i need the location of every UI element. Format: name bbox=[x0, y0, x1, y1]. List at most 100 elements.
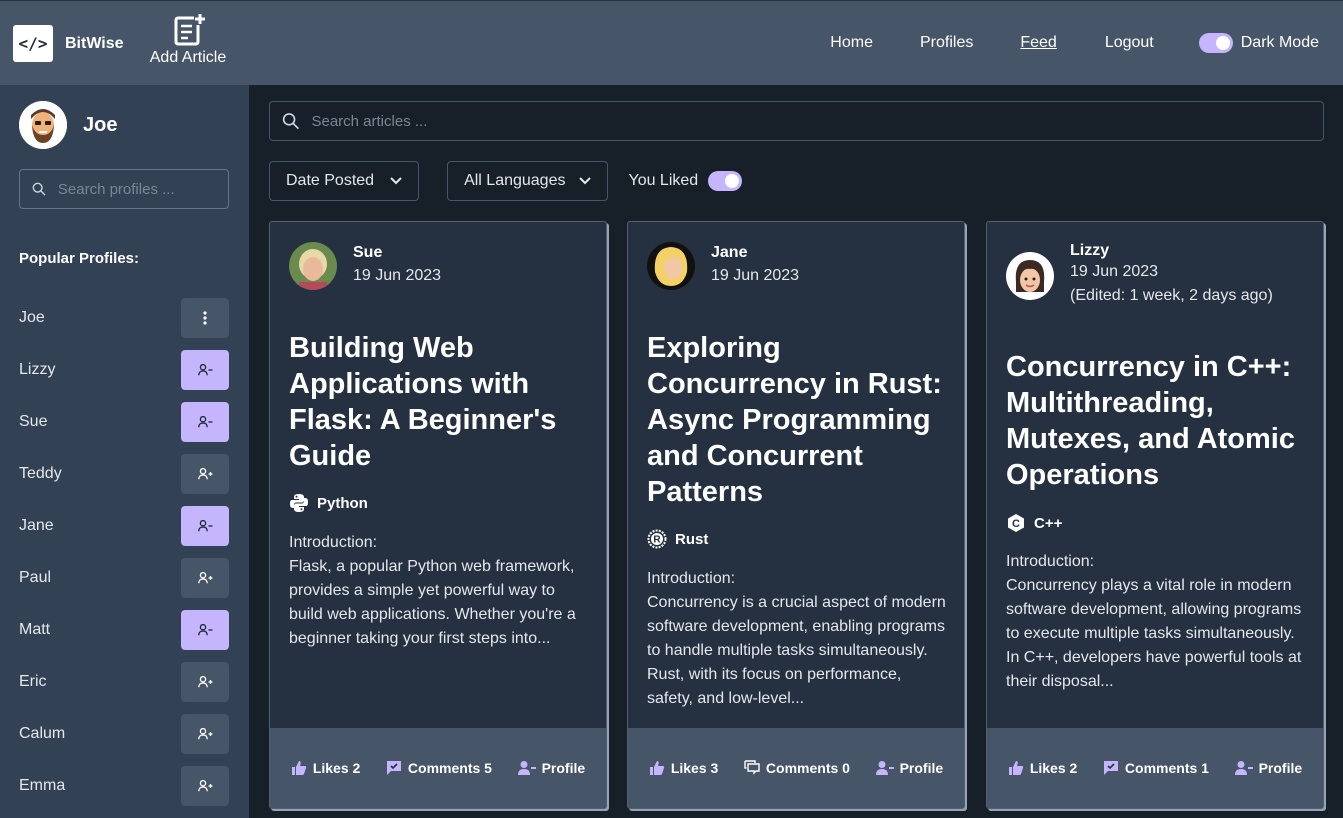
article-title[interactable]: Exploring Concurrency in Rust: Async Pro… bbox=[647, 330, 948, 510]
comment-check-icon bbox=[386, 761, 401, 775]
profile-name[interactable]: Teddy bbox=[19, 465, 62, 483]
profile-name[interactable]: Calum bbox=[19, 725, 65, 743]
article-card[interactable]: Lizzy 19 Jun 2023 (Edited: 1 week, 2 day… bbox=[986, 221, 1324, 809]
thumbs-up-icon bbox=[1008, 761, 1024, 775]
profile-row-eric: Eric bbox=[19, 656, 229, 708]
current-user[interactable]: Joe bbox=[19, 101, 117, 149]
add-article-button[interactable]: Add Article bbox=[146, 13, 230, 67]
top-navbar: </> BitWise Add Article Home Profiles Fe… bbox=[0, 0, 1343, 85]
unfollow-button[interactable] bbox=[181, 610, 229, 650]
profile-name[interactable]: Jane bbox=[19, 517, 54, 535]
blonde-woman-avatar-icon bbox=[647, 242, 695, 290]
author-meta: Lizzy 19 Jun 2023 (Edited: 1 week, 2 day… bbox=[1070, 242, 1273, 308]
edited-note: (Edited: 1 week, 2 days ago) bbox=[1070, 287, 1273, 304]
article-author-header[interactable]: Lizzy 19 Jun 2023 (Edited: 1 week, 2 day… bbox=[1006, 242, 1273, 308]
more-vertical-icon bbox=[203, 311, 207, 325]
brand-name: BitWise bbox=[65, 34, 124, 52]
article-card[interactable]: Sue 19 Jun 2023 Building Web Application… bbox=[269, 221, 607, 809]
sort-dropdown[interactable]: Date Posted bbox=[269, 161, 420, 201]
language-dropdown[interactable]: All Languages bbox=[447, 161, 609, 201]
popular-profiles-list: Joe Lizzy Sue Teddy Jane Paul Matt Eric Calum Emm… bbox=[19, 292, 229, 812]
unfollow-button[interactable] bbox=[181, 402, 229, 442]
user-minus-icon bbox=[197, 520, 212, 532]
filter-bar: Date Posted All Languages You Liked bbox=[269, 161, 743, 201]
author-avatar bbox=[1006, 252, 1054, 300]
author-avatar bbox=[289, 242, 337, 290]
dark-mode-toggle[interactable] bbox=[1198, 33, 1233, 53]
user-minus-icon bbox=[875, 761, 894, 775]
profile-link-label: Profile bbox=[541, 760, 586, 776]
profile-link[interactable]: Profile bbox=[517, 760, 586, 776]
article-search-input[interactable] bbox=[311, 112, 1323, 130]
article-title[interactable]: Building Web Applications with Flask: A … bbox=[289, 330, 590, 474]
unfollow-button[interactable] bbox=[181, 350, 229, 390]
follow-button[interactable] bbox=[181, 558, 229, 598]
comments-button[interactable]: Comments 1 bbox=[1103, 760, 1209, 776]
rust-logo-icon: R bbox=[647, 529, 667, 549]
article-author-header[interactable]: Jane 19 Jun 2023 bbox=[647, 242, 799, 290]
follow-button[interactable] bbox=[181, 714, 229, 754]
comments-count: Comments 1 bbox=[1124, 760, 1209, 776]
user-plus-icon bbox=[197, 468, 212, 480]
user-plus-icon bbox=[197, 780, 212, 792]
language-dropdown-label: All Languages bbox=[464, 172, 566, 189]
comments-outline-icon bbox=[744, 760, 760, 775]
excerpt-text: Concurrency is a crucial aspect of moder… bbox=[647, 594, 946, 707]
article-search bbox=[269, 101, 1324, 141]
excerpt-heading: Introduction: bbox=[647, 570, 736, 587]
article-card[interactable]: Jane 19 Jun 2023 Exploring Concurrency i… bbox=[627, 221, 965, 809]
excerpt-text: Flask, a popular Python web framework, p… bbox=[289, 558, 576, 647]
chevron-down-icon bbox=[390, 177, 402, 185]
user-plus-icon bbox=[197, 676, 212, 688]
article-language-label: Python bbox=[317, 494, 368, 512]
like-button[interactable]: Likes 2 bbox=[1008, 760, 1077, 776]
nav-profiles[interactable]: Profiles bbox=[920, 34, 973, 52]
popular-profiles-title: Popular Profiles: bbox=[19, 250, 140, 267]
follow-button[interactable] bbox=[181, 662, 229, 702]
profile-row-jane: Jane bbox=[19, 500, 229, 552]
brand[interactable]: </> BitWise bbox=[13, 25, 124, 62]
profile-link[interactable]: Profile bbox=[875, 760, 943, 776]
follow-button[interactable] bbox=[181, 766, 229, 806]
author-avatar bbox=[647, 242, 695, 290]
profile-name[interactable]: Emma bbox=[19, 777, 65, 795]
like-button[interactable]: Likes 2 bbox=[291, 760, 360, 776]
unfollow-button[interactable] bbox=[181, 506, 229, 546]
woman-photo-avatar-icon bbox=[289, 242, 337, 290]
profile-name[interactable]: Paul bbox=[19, 569, 51, 587]
excerpt-text: Concurrency plays a vital role in modern… bbox=[1006, 577, 1302, 690]
follow-button[interactable] bbox=[181, 454, 229, 494]
profile-link[interactable]: Profile bbox=[1234, 760, 1302, 776]
more-options-button[interactable] bbox=[181, 298, 229, 338]
you-liked-toggle[interactable] bbox=[708, 171, 743, 191]
user-minus-icon bbox=[517, 761, 536, 775]
article-language-label: Rust bbox=[675, 530, 709, 548]
thumbs-up-icon bbox=[291, 761, 307, 775]
nav-feed[interactable]: Feed bbox=[1020, 34, 1056, 52]
girl-avatar-icon bbox=[1006, 252, 1054, 300]
profile-name[interactable]: Matt bbox=[19, 621, 50, 639]
nav-logout[interactable]: Logout bbox=[1105, 34, 1154, 52]
profile-name[interactable]: Eric bbox=[19, 673, 47, 691]
profile-search-input[interactable] bbox=[57, 180, 228, 198]
article-excerpt: Introduction: Concurrency is a crucial a… bbox=[647, 567, 946, 711]
comments-button[interactable]: Comments 5 bbox=[386, 760, 492, 776]
author-name: Jane bbox=[711, 244, 748, 261]
article-title[interactable]: Concurrency in C++: Multithreading, Mute… bbox=[1006, 349, 1307, 493]
comments-button[interactable]: Comments 0 bbox=[744, 760, 850, 776]
profile-name[interactable]: Lizzy bbox=[19, 361, 55, 379]
profile-name[interactable]: Joe bbox=[19, 309, 45, 327]
like-button[interactable]: Likes 3 bbox=[649, 760, 718, 776]
post-date: 19 Jun 2023 bbox=[353, 267, 442, 284]
profile-search bbox=[19, 169, 229, 209]
profile-row-calum: Calum bbox=[19, 708, 229, 760]
article-author-header[interactable]: Sue 19 Jun 2023 bbox=[289, 242, 441, 290]
svg-text:C: C bbox=[1012, 518, 1020, 530]
profile-name[interactable]: Sue bbox=[19, 413, 47, 431]
nav-home[interactable]: Home bbox=[830, 34, 873, 52]
comments-count: Comments 0 bbox=[765, 760, 850, 776]
search-icon bbox=[32, 182, 46, 196]
add-article-label: Add Article bbox=[149, 49, 227, 66]
python-logo-icon bbox=[290, 494, 308, 512]
profile-row-matt: Matt bbox=[19, 604, 229, 656]
